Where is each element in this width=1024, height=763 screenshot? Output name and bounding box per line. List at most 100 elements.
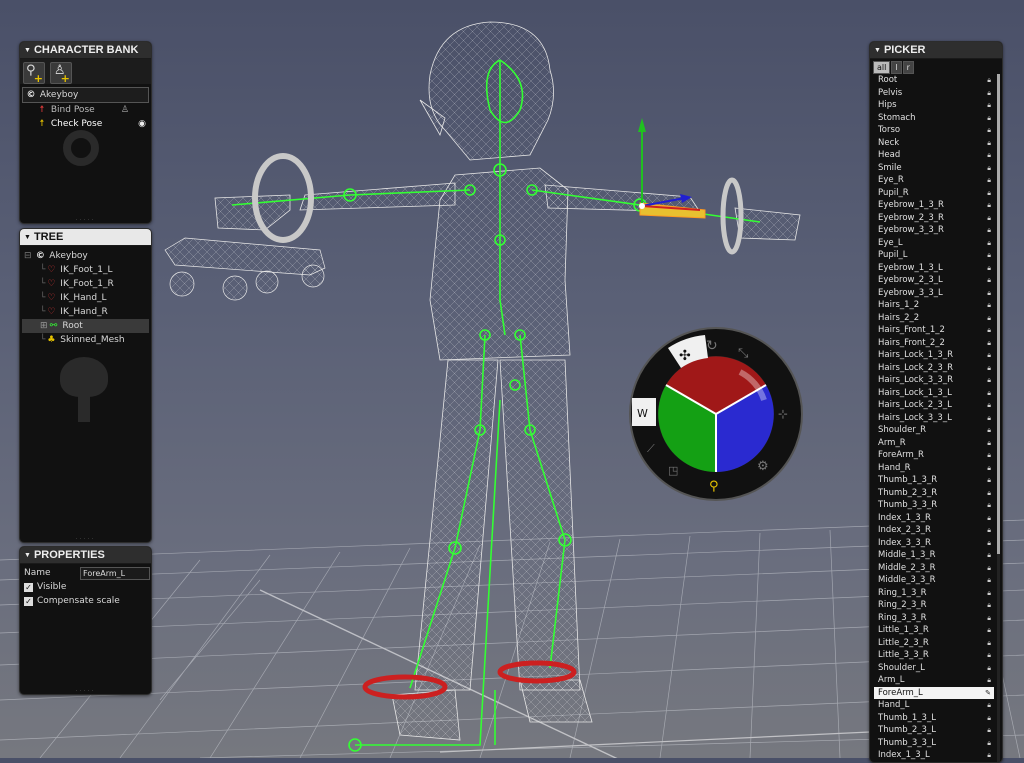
picker-item[interactable]: Middle_3_3_R 🔒︎	[874, 574, 994, 587]
lock-icon[interactable]: 🔒︎	[987, 674, 991, 687]
resize-grip[interactable]: ·····	[20, 218, 151, 224]
picker-item[interactable]: Eyebrow_1_3_R 🔒︎	[874, 199, 994, 212]
lock-icon[interactable]: 🔒︎	[987, 412, 991, 425]
lock-icon[interactable]: 🔒︎	[987, 312, 991, 325]
lock-icon[interactable]: 🔒︎	[987, 187, 991, 200]
properties-header[interactable]: ▼ PROPERTIES	[20, 547, 151, 564]
tree-node-root[interactable]: ⊞ ⚯ Root	[22, 319, 149, 333]
picker-item[interactable]: Hairs_Lock_3_3_R 🔒︎	[874, 374, 994, 387]
lock-icon[interactable]: 🔒︎	[987, 337, 991, 350]
lock-icon[interactable]: 🔒︎	[987, 274, 991, 287]
picker-item[interactable]: Hairs_Lock_3_3_L 🔒︎	[874, 412, 994, 425]
picker-item[interactable]: Pupil_R 🔒︎	[874, 187, 994, 200]
picker-item[interactable]: Index_3_3_R 🔒︎	[874, 537, 994, 550]
picker-item[interactable]: Eye_R 🔒︎	[874, 174, 994, 187]
lock-icon[interactable]: 🔒︎	[987, 524, 991, 537]
lock-icon[interactable]: 🔒︎	[987, 199, 991, 212]
lock-icon[interactable]: 🔒︎	[987, 349, 991, 362]
picker-item[interactable]: Eyebrow_2_3_R 🔒︎	[874, 212, 994, 225]
picker-item[interactable]: Eyebrow_3_3_L 🔒︎	[874, 287, 994, 300]
lock-icon[interactable]: 🔒︎	[987, 737, 991, 750]
picker-item[interactable]: Neck 🔒︎	[874, 137, 994, 150]
picker-item[interactable]: Ring_3_3_R 🔒︎	[874, 612, 994, 625]
tree-node-ik-foot-1-l[interactable]: └ ♡ IK_Foot_1_L	[22, 263, 149, 277]
pie-menu[interactable]: ✣ ↻ ⤡ ⊹ ⚙ ⚲ ◳ ⟋ W	[629, 327, 803, 501]
lock-icon[interactable]: 🔒︎	[987, 299, 991, 312]
lock-icon[interactable]: 🔒︎	[987, 574, 991, 587]
picker-item[interactable]: Little_2_3_R 🔒︎	[874, 637, 994, 650]
picker-item[interactable]: Little_1_3_R 🔒︎	[874, 624, 994, 637]
picker-item[interactable]: Thumb_1_3_R 🔒︎	[874, 474, 994, 487]
picker-item[interactable]: Middle_1_3_R 🔒︎	[874, 549, 994, 562]
lock-icon[interactable]: 🔒︎	[987, 724, 991, 737]
lock-icon[interactable]: 🔒︎	[987, 387, 991, 400]
picker-item[interactable]: Root 🔒︎	[874, 74, 994, 87]
lock-icon[interactable]: 🔒︎	[987, 374, 991, 387]
picker-item[interactable]: ForeArm_R 🔒︎	[874, 449, 994, 462]
add-character-button[interactable]: ⚲ +	[23, 62, 45, 85]
picker-item[interactable]: Hairs_Lock_2_3_L 🔒︎	[874, 399, 994, 412]
visibility-eye-icon[interactable]: ◉	[138, 117, 146, 131]
picker-item[interactable]: Hand_R 🔒︎	[874, 462, 994, 475]
lock-icon[interactable]: 🔒︎	[987, 512, 991, 525]
lock-icon[interactable]: 🔒︎	[987, 549, 991, 562]
picker-scroll-thumb[interactable]	[997, 74, 1000, 554]
picker-item[interactable]: Thumb_2_3_R 🔒︎	[874, 487, 994, 500]
picker-item[interactable]: Hairs_Lock_2_3_R 🔒︎	[874, 362, 994, 375]
add-pose-button[interactable]: ♙ +	[49, 62, 72, 85]
picker-item[interactable]: Hand_L 🔒︎	[874, 699, 994, 712]
resize-grip[interactable]: ·····	[20, 689, 151, 695]
lock-icon[interactable]: 🔒︎	[987, 474, 991, 487]
lock-icon[interactable]: 🔒︎	[987, 74, 991, 87]
lock-icon[interactable]: 🔒︎	[987, 637, 991, 650]
tree-node-ik-hand-l[interactable]: └ ♡ IK_Hand_L	[22, 291, 149, 305]
picker-item[interactable]: Stomach 🔒︎	[874, 112, 994, 125]
picker-item[interactable]: ForeArm_L ✎	[874, 686, 994, 700]
picker-item[interactable]: Hairs_1_2 🔒︎	[874, 299, 994, 312]
picker-item[interactable]: Thumb_2_3_L 🔒︎	[874, 724, 994, 737]
lock-icon[interactable]: 🔒︎	[987, 699, 991, 712]
lock-icon[interactable]: 🔒︎	[987, 249, 991, 262]
picker-item[interactable]: Smile 🔒︎	[874, 162, 994, 175]
lock-icon[interactable]: 🔒︎	[987, 162, 991, 175]
picker-item[interactable]: Eyebrow_2_3_L 🔒︎	[874, 274, 994, 287]
tab-left[interactable]: l	[891, 61, 902, 74]
name-field[interactable]: ForeArm_L	[80, 567, 150, 580]
picker-item[interactable]: Little_3_3_R 🔒︎	[874, 649, 994, 662]
lock-icon[interactable]: 🔒︎	[987, 612, 991, 625]
visible-checkbox[interactable]: ✓	[24, 583, 33, 592]
lock-icon[interactable]: 🔒︎	[987, 87, 991, 100]
lock-icon[interactable]: 🔒︎	[987, 449, 991, 462]
picker-item[interactable]: Middle_2_3_R 🔒︎	[874, 562, 994, 575]
tree-header[interactable]: ▼ TREE	[20, 229, 151, 246]
brush-icon[interactable]: ✎	[985, 687, 991, 700]
picker-item[interactable]: Torso 🔒︎	[874, 124, 994, 137]
lock-icon[interactable]: 🔒︎	[987, 124, 991, 137]
picker-item[interactable]: Head 🔒︎	[874, 149, 994, 162]
tree-node-ik-foot-1-r[interactable]: └ ♡ IK_Foot_1_R	[22, 277, 149, 291]
lock-icon[interactable]: 🔒︎	[987, 487, 991, 500]
picker-item[interactable]: Ring_2_3_R 🔒︎	[874, 599, 994, 612]
lock-icon[interactable]: 🔒︎	[987, 362, 991, 375]
picker-item[interactable]: Hairs_2_2 🔒︎	[874, 312, 994, 325]
picker-item[interactable]: Arm_R 🔒︎	[874, 437, 994, 450]
picker-item[interactable]: Pelvis 🔒︎	[874, 87, 994, 100]
lock-icon[interactable]: 🔒︎	[987, 399, 991, 412]
lock-icon[interactable]: 🔒︎	[987, 112, 991, 125]
lock-icon[interactable]: 🔒︎	[987, 662, 991, 675]
picker-item[interactable]: Hips 🔒︎	[874, 99, 994, 112]
picker-item[interactable]: Hairs_Front_2_2 🔒︎	[874, 337, 994, 350]
pose-item-check[interactable]: ☨ Check Pose ◉	[22, 117, 149, 131]
picker-item[interactable]: Arm_L 🔒︎	[874, 674, 994, 687]
lock-icon[interactable]: 🔒︎	[987, 712, 991, 725]
tree-node-ik-hand-r[interactable]: └ ♡ IK_Hand_R	[22, 305, 149, 319]
lock-icon[interactable]: 🔒︎	[987, 212, 991, 225]
picker-item[interactable]: Hairs_Lock_1_3_R 🔒︎	[874, 349, 994, 362]
picker-item[interactable]: Eyebrow_1_3_L 🔒︎	[874, 262, 994, 275]
tab-right[interactable]: r	[902, 61, 914, 74]
picker-item[interactable]: Eye_L 🔒︎	[874, 237, 994, 250]
lock-icon[interactable]: 🔒︎	[987, 649, 991, 662]
lock-icon[interactable]: 🔒︎	[987, 137, 991, 150]
lock-icon[interactable]: 🔒︎	[987, 262, 991, 275]
lock-icon[interactable]: 🔒︎	[987, 749, 991, 762]
